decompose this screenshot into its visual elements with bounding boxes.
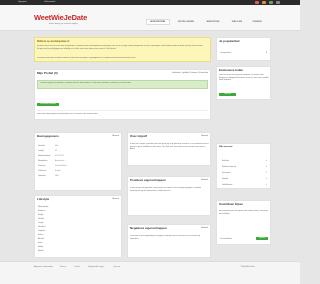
footer-link[interactable]: Over ons [113, 266, 120, 268]
sidebar-count: 0 [266, 160, 267, 162]
lifestyle-item: Sport [38, 242, 43, 244]
exclusive-title: Exclusieve leden [219, 68, 244, 72]
positive-panel: Positieve eigenschappen Bewerk Ik ben ee… [127, 176, 211, 216]
invisible-toggle-label[interactable]: Zet onzichtbaar [220, 238, 232, 240]
site-tagline: online dating en ontmoet singles [49, 23, 78, 25]
basic-info-panel: Basisgegevens Bewerk Geslacht Man Leeftij… [34, 132, 122, 191]
lifestyle-item: Muziek [38, 250, 44, 252]
photo-caption: Deze foto wordt gebruikt als profielfoto… [37, 113, 99, 115]
topbar-badge-2[interactable]: Onlineaantal [44, 1, 55, 4]
lifestyle-item: Oogkleur [38, 230, 46, 232]
negative-panel: Negatieve eigenschappen Bewerk Soms ben … [127, 224, 211, 258]
welcome-text: Bedankt dat je een account hebt aangemaa… [37, 45, 203, 50]
notification-icon[interactable] [255, 1, 259, 4]
sidebar-link-favorieten[interactable]: Favorieten [222, 172, 231, 174]
negative-text: Soms ben ik wat ongeduldig en koppig. Da… [130, 235, 201, 240]
lifestyle-item: Haarkleur [38, 226, 46, 228]
about-title: Over mijzelf [130, 134, 148, 138]
lifestyle-title: Lifestyle [37, 197, 50, 201]
popularity-value: 0 [266, 52, 267, 54]
welcome-title: Welkom op weetwiejedate.nl [37, 40, 70, 43]
profile-counters: 0 bekeken | 0 geliked | 0 favoriet | 0 b… [171, 72, 208, 74]
no-photo-text: Je hebt nog geen profielfoto. Profielen … [40, 82, 132, 84]
footer-link[interactable]: Contact [74, 266, 80, 268]
popularity-label: Je populariteit [220, 52, 232, 54]
become-member-button[interactable]: Word lid [219, 93, 236, 96]
welcome-note: Uw profiel wordt pas zichtbaar nadat het… [37, 57, 136, 59]
sidebar-link-bekeken-door-mij[interactable]: Bekeken door mij [222, 166, 236, 168]
lifestyle-item: Hobby [38, 246, 44, 248]
footer-link[interactable]: Veelgestelde vragen [88, 266, 104, 268]
popularity-title: Je populariteit [219, 39, 240, 43]
invisible-text: Als je onzichtbaar wilt blijven voor and… [219, 210, 269, 215]
footer-link[interactable]: Algemene voorwaarden [34, 266, 53, 268]
sidebar-count: 0 [266, 178, 267, 180]
negative-edit-link[interactable]: Bewerk [201, 227, 208, 230]
sidebar-count: 0 [266, 166, 267, 168]
nav-instellingen[interactable]: INSTELLINGEN [173, 19, 199, 25]
nav-mijn-profiel[interactable]: MIJN PROFIEL [146, 19, 170, 25]
nav-wie-is-er[interactable]: WIE IS ER [228, 19, 246, 25]
account-links-panel: Mijn account Bekeken 0 Bekeken door mij … [216, 143, 271, 189]
profile-title: Mijn Profiel (0) [37, 71, 58, 75]
lifestyle-edit-link[interactable]: Bewerk [112, 198, 119, 201]
lifestyle-item: Roken [38, 234, 44, 236]
site-header: WeetWieJeDate online dating en ontmoet s… [0, 5, 300, 31]
user-icon[interactable] [269, 1, 273, 4]
site-logo[interactable]: WeetWieJeDate [34, 14, 87, 22]
negative-title: Negatieve eigenschappen [130, 226, 167, 230]
positive-edit-link[interactable]: Bewerk [201, 179, 208, 182]
sidebar-link-geliked[interactable]: Geliked [222, 178, 228, 180]
positive-title: Positieve eigenschappen [130, 178, 166, 182]
invisible-title: Onzichtbaar blijven [219, 203, 243, 206]
positive-text: Ik ben eerlijk, behulpzaam, humoristisch… [130, 187, 202, 192]
footer-link[interactable]: Privacy [60, 266, 66, 268]
topbar-badge-1[interactable]: Opgepast [18, 1, 27, 4]
lifestyle-item: Kinderen [38, 210, 46, 212]
basic-edit-link[interactable]: Bewerk [112, 135, 119, 138]
profile-panel: Mijn Profiel (0) 0 bekeken | 0 geliked |… [34, 69, 211, 120]
lifestyle-item: Lengte [38, 222, 44, 224]
lifestyle-item: Woonsituatie [38, 206, 49, 208]
sidebar-count: 0 [266, 184, 267, 186]
popularity-panel: Je populariteit Je populariteit 0 [216, 37, 271, 61]
exclusive-panel: Exclusieve leden Word nu lid en ontvang … [216, 66, 271, 100]
upload-photo-button[interactable]: Profielfoto uploaden [37, 103, 59, 106]
sidebar-link-geblokkeerd[interactable]: Geblokkeerd [222, 184, 232, 186]
site-footer: Algemene voorwaarden Privacy Contact Vee… [0, 261, 300, 284]
lifestyle-panel: Lifestyle Bewerk Woonsituatie Kinderen R… [34, 195, 122, 258]
account-links-title: Mijn account [219, 146, 233, 148]
save-invisible-button[interactable]: Opslaan [256, 237, 268, 240]
exclusive-text: Word nu lid en ontvang alle voordelen: j… [219, 74, 269, 82]
lifestyle-item: Alcohol [38, 238, 44, 240]
sidebar-count: 0 [266, 172, 267, 174]
settings-icon[interactable] [276, 1, 280, 4]
nav-berichten[interactable]: BERICHTEN [201, 19, 225, 25]
lifestyle-item: Religie [38, 214, 44, 216]
about-edit-link[interactable]: Bewerk [201, 135, 208, 138]
basic-title: Basisgegevens [37, 134, 59, 138]
about-panel: Over mijzelf Bewerk Ik ben een vrolijke,… [127, 132, 211, 166]
divider [37, 110, 208, 111]
sidebar-link-bekeken[interactable]: Bekeken [222, 160, 229, 162]
lifestyle-item: Uiterlijk [38, 218, 44, 220]
footer-copyright: © WeetWieJeDate [240, 266, 255, 268]
about-text: Ik ben een vrolijke, sportieve man die g… [130, 143, 209, 151]
welcome-notice: Welkom op weetwiejedate.nl Bedankt dat j… [34, 37, 211, 62]
no-photo-notice: Je hebt nog geen profielfoto. Profielen … [37, 80, 208, 89]
invisible-panel: Onzichtbaar blijven Als je onzichtbaar w… [216, 200, 271, 245]
nav-zoeken[interactable]: ZOEKEN [249, 19, 265, 25]
message-icon[interactable] [262, 1, 266, 4]
